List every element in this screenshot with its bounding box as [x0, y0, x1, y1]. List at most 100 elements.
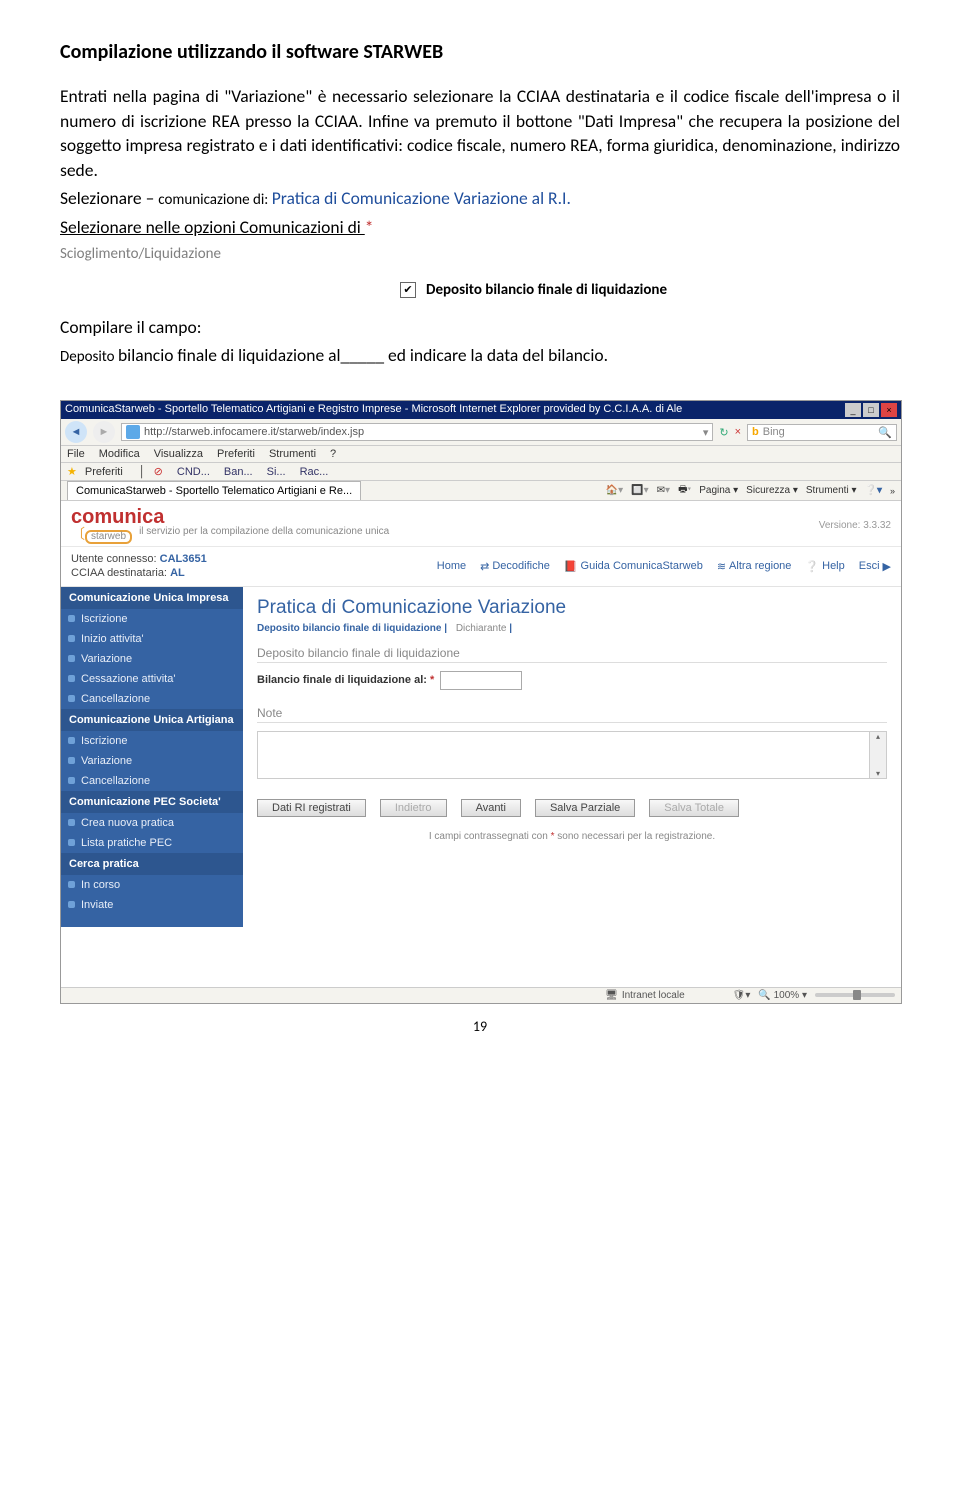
ie-icon [126, 425, 140, 439]
fav-link[interactable]: Ban... [224, 466, 253, 478]
sidebar-item[interactable]: Iscrizione [61, 609, 243, 629]
btn-avanti[interactable]: Avanti [461, 799, 521, 817]
btn-salva-parziale[interactable]: Salva Parziale [535, 799, 635, 817]
doc-p1: Entrati nella pagina di "Variazione" è n… [60, 84, 900, 182]
section-heading: Deposito bilancio finale di liquidazione [257, 646, 887, 663]
mail-icon[interactable]: ✉▾ [657, 485, 670, 496]
sidebar: Comunicazione Unica Impresa Iscrizione I… [61, 587, 243, 927]
checkbox-icon: ✔ [400, 282, 416, 298]
doc-p4: Scioglimento/Liquidazione [60, 244, 900, 265]
sidebar-item[interactable]: Cessazione attivita' [61, 669, 243, 689]
stop-button[interactable]: × [735, 426, 741, 438]
nav-help[interactable]: ❔ Help [805, 560, 844, 573]
btn-salva-totale[interactable]: Salva Totale [649, 799, 739, 817]
sidebar-item[interactable]: Variazione [61, 751, 243, 771]
browser-tab[interactable]: ComunicaStarweb - Sportello Telematico A… [67, 481, 361, 500]
brand-logo: comunica 〔starweb il servizio per la com… [71, 507, 389, 544]
field-label: Bilancio finale di liquidazione al: * [257, 674, 434, 686]
section-heading: Note [257, 706, 887, 723]
help-icon[interactable]: ❔▾ [865, 485, 882, 496]
url-input[interactable]: http://starweb.infocamere.it/starweb/ind… [121, 423, 713, 441]
sidebar-item[interactable]: Iscrizione [61, 731, 243, 751]
doc-p2: Selezionare – comunicazione di: Pratica … [60, 186, 900, 211]
sidebar-item[interactable]: Lista pratiche PEC [61, 833, 243, 853]
sidebar-item[interactable]: Cancellazione [61, 689, 243, 709]
doc-p6: Deposito bilancio finale di liquidazione… [60, 343, 900, 368]
close-icon: × [881, 403, 897, 417]
btn-indietro[interactable]: Indietro [380, 799, 447, 817]
sidebar-item[interactable]: In corso [61, 875, 243, 895]
sidebar-item[interactable]: Crea nuova pratica [61, 813, 243, 833]
ie-titlebar: ComunicaStarweb - Sportello Telematico A… [61, 401, 901, 419]
top-nav: Home ⇄ Decodifiche 📕 Guida ComunicaStarw… [437, 560, 891, 573]
ie-tab-bar: ComunicaStarweb - Sportello Telematico A… [61, 481, 901, 501]
nav-guida[interactable]: 📕 Guida ComunicaStarweb [564, 560, 703, 573]
nav-home[interactable]: Home [437, 560, 466, 572]
print-icon[interactable]: 🖶▾ [678, 482, 691, 499]
zoom-label[interactable]: 🔍 100% ▾ [758, 990, 807, 1001]
feeds-icon[interactable]: 🔲▾ [631, 485, 648, 496]
scrollbar[interactable]: ▴▾ [869, 732, 886, 778]
menu-tools[interactable]: Strumenti [269, 448, 316, 460]
app-topbar: Utente connesso: CAL3651 CCIAA destinata… [61, 547, 901, 587]
protected-mode-icon[interactable]: 🛡▾ [733, 990, 751, 1001]
menu-file[interactable]: File [67, 448, 85, 460]
nav-decod[interactable]: ⇄ Decodifiche [480, 560, 550, 573]
bing-icon: b [752, 426, 759, 438]
zoom-slider[interactable] [815, 993, 895, 997]
window-controls[interactable]: _□× [843, 403, 897, 417]
breadcrumb: Deposito bilancio finale di liquidazione… [257, 623, 887, 634]
nav-esci[interactable]: Esci ▶ [859, 560, 891, 573]
user-info: Utente connesso: CAL3651 CCIAA destinata… [71, 552, 207, 581]
back-button[interactable]: ◄ [65, 421, 87, 443]
footnote: I campi contrassegnati con * sono necess… [257, 831, 887, 842]
ie-favorites-bar: ★ Preferiti │ ⊘ CND... Ban... Si... Rac.… [61, 463, 901, 481]
sidebar-section: Comunicazione Unica Impresa [61, 587, 243, 609]
sidebar-item[interactable]: Cancellazione [61, 771, 243, 791]
fav-link[interactable]: Si... [267, 466, 286, 478]
favorites-icon[interactable]: ★ [67, 465, 77, 478]
fav-link[interactable]: CND... [177, 466, 210, 478]
sidebar-item[interactable]: Variazione [61, 649, 243, 669]
version-label: Versione: 3.3.32 [819, 520, 891, 531]
maximize-icon: □ [863, 403, 879, 417]
safety-menu[interactable]: Sicurezza ▾ [746, 485, 798, 496]
doc-p3: Selezionare nelle opzioni Comunicazioni … [60, 215, 900, 240]
app-header: comunica 〔starweb il servizio per la com… [61, 501, 901, 547]
sidebar-section: Comunicazione Unica Artigiana [61, 709, 243, 731]
home-icon[interactable]: 🏠▾ [606, 485, 623, 496]
search-box[interactable]: bBing🔍 [747, 424, 897, 441]
page-menu[interactable]: Pagina ▾ [699, 485, 738, 496]
forward-button[interactable]: ► [93, 421, 115, 443]
menu-help[interactable]: ? [330, 448, 336, 460]
note-textarea[interactable]: ▴▾ [257, 731, 887, 779]
tools-menu[interactable]: Strumenti ▾ [806, 485, 857, 496]
sidebar-item[interactable]: Inizio attivita' [61, 629, 243, 649]
fav-stop-icon[interactable]: ⊘ [154, 465, 163, 478]
checkbox-deposito: ✔ Deposito bilancio finale di liquidazio… [400, 281, 900, 299]
menu-view[interactable]: Visualizza [154, 448, 203, 460]
page-number: 19 [0, 1018, 960, 1035]
doc-p5: Compilare il campo: [60, 315, 900, 340]
sidebar-item[interactable]: Inviate [61, 895, 243, 915]
refresh-button[interactable]: ↻ [719, 426, 728, 439]
sidebar-section: Comunicazione PEC Societa' [61, 791, 243, 813]
ie-address-bar: ◄ ► http://starweb.infocamere.it/starweb… [61, 419, 901, 446]
fav-link[interactable]: Rac... [300, 466, 329, 478]
ie-menubar: File Modifica Visualizza Preferiti Strum… [61, 446, 901, 463]
menu-favorites[interactable]: Preferiti [217, 448, 255, 460]
favorites-label[interactable]: Preferiti [85, 466, 123, 478]
main-content: Pratica di Comunicazione Variazione Depo… [243, 587, 901, 927]
screenshot-container: ComunicaStarweb - Sportello Telematico A… [60, 400, 902, 1004]
page-title: Pratica di Comunicazione Variazione [257, 597, 887, 619]
ie-status-bar: 🖥Intranet locale 🛡▾ 🔍 100% ▾ [61, 987, 901, 1003]
btn-dati-ri[interactable]: Dati RI registrati [257, 799, 366, 817]
minimize-icon: _ [845, 403, 861, 417]
menu-edit[interactable]: Modifica [99, 448, 140, 460]
date-input[interactable] [440, 671, 522, 690]
nav-regione[interactable]: ≋ Altra regione [717, 560, 792, 573]
zone-indicator: 🖥Intranet locale [605, 990, 685, 1001]
intranet-icon: 🖥 [605, 990, 618, 1001]
sidebar-section: Cerca pratica [61, 853, 243, 875]
doc-title: Compilazione utilizzando il software STA… [60, 40, 900, 64]
